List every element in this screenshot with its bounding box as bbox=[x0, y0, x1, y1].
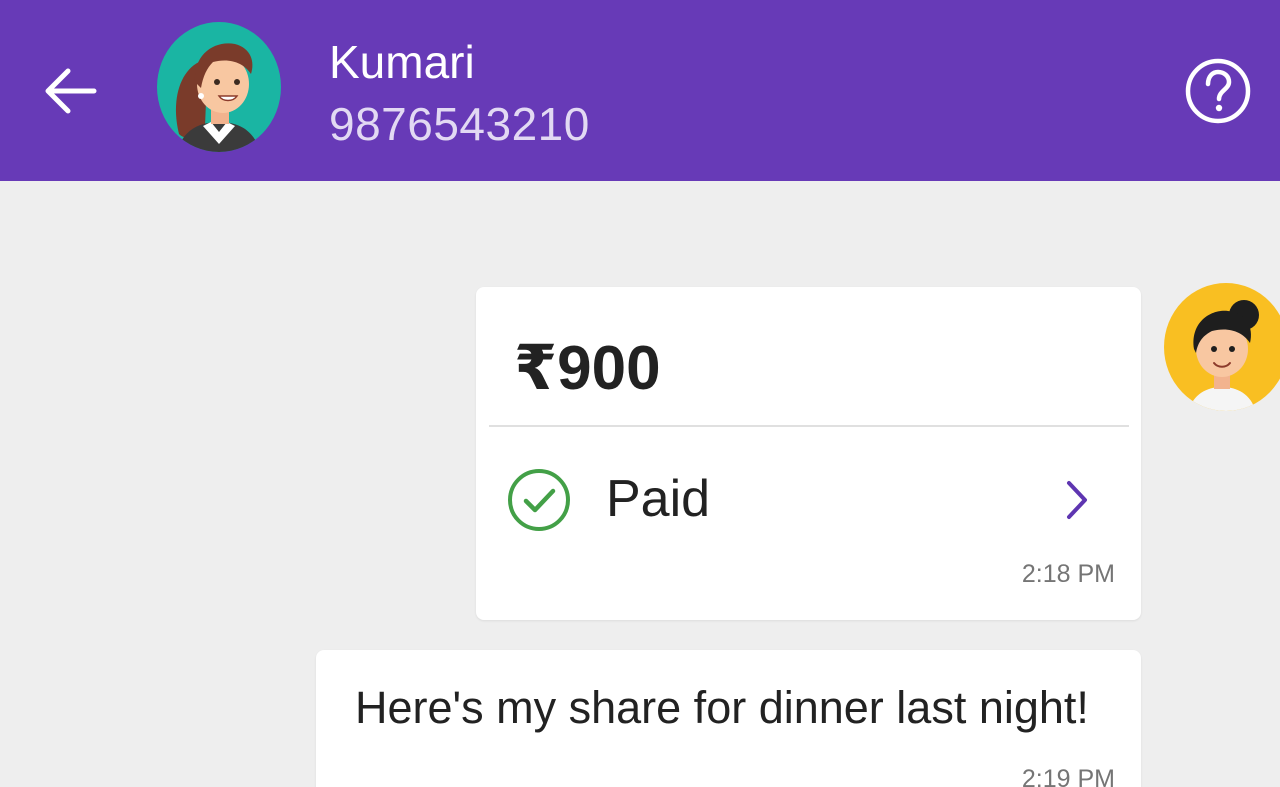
contact-name: Kumari bbox=[329, 36, 475, 88]
help-button[interactable] bbox=[1183, 56, 1253, 126]
chevron-right-icon bbox=[1067, 481, 1087, 519]
message-time: 2:19 PM bbox=[1021, 765, 1115, 787]
arrow-back-icon bbox=[45, 68, 97, 114]
check-circle-icon bbox=[508, 469, 570, 531]
payment-status-row[interactable]: Paid bbox=[476, 447, 1141, 547]
contact-avatar[interactable] bbox=[157, 22, 281, 152]
chat-header: Kumari 9876543210 bbox=[0, 0, 1280, 181]
user-avatar bbox=[1164, 283, 1280, 411]
card-divider bbox=[489, 425, 1129, 427]
help-circle-icon bbox=[1185, 58, 1251, 124]
contact-phone: 9876543210 bbox=[329, 98, 590, 150]
back-button[interactable] bbox=[38, 60, 100, 122]
message-bubble[interactable]: Here's my share for dinner last night! 2… bbox=[316, 650, 1141, 787]
payment-time: 2:18 PM bbox=[1021, 560, 1115, 588]
payment-status: Paid bbox=[606, 470, 711, 528]
chat-screen: Kumari 9876543210 ₹900 Paid 2:18 PM Here… bbox=[0, 0, 1280, 787]
message-text: Here's my share for dinner last night! bbox=[355, 682, 1089, 733]
payment-card[interactable]: ₹900 Paid 2:18 PM bbox=[476, 287, 1141, 620]
payment-amount: ₹900 bbox=[514, 334, 661, 403]
